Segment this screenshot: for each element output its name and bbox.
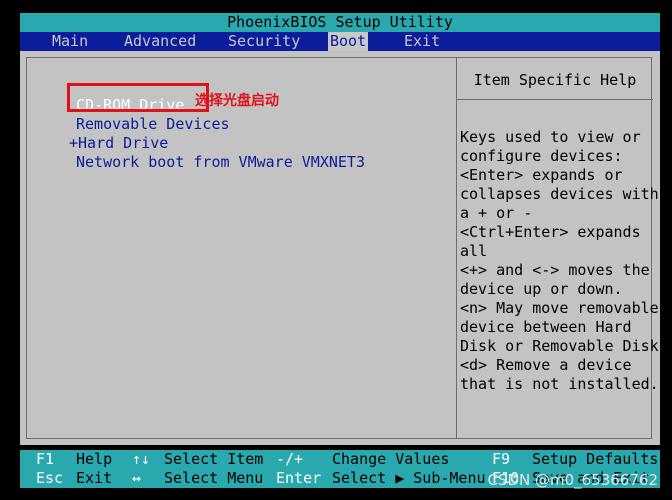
help-line: device between Hard bbox=[460, 318, 632, 336]
key-action-sub-menu: Select ▶ Sub-Menu bbox=[332, 469, 486, 487]
help-line: Disk or Removable Disk bbox=[460, 337, 659, 355]
bios-title-bar: PhoenixBIOS Setup Utility bbox=[20, 13, 660, 32]
annotation-highlight-box bbox=[67, 83, 209, 112]
help-line: <n> May move removable bbox=[460, 299, 659, 317]
key-f1: F1 bbox=[36, 450, 55, 468]
boot-panel: CD-ROM Drive Removable Devices +Hard Dri… bbox=[20, 51, 660, 445]
key-esc: Esc bbox=[36, 469, 64, 487]
help-line: device up or down. bbox=[460, 280, 623, 298]
help-line: <Ctrl+Enter> expands bbox=[460, 223, 641, 241]
bios-title: PhoenixBIOS Setup Utility bbox=[227, 13, 453, 31]
help-line: collapses devices with bbox=[460, 185, 659, 203]
divider-horizontal bbox=[456, 99, 653, 100]
menu-bar: Main Advanced Security Boot Exit bbox=[20, 32, 660, 51]
panel-frame: CD-ROM Drive Removable Devices +Hard Dri… bbox=[26, 57, 659, 439]
help-line: Keys used to view or bbox=[460, 128, 641, 146]
help-line: configure devices: bbox=[460, 147, 623, 165]
key-action-exit: Exit bbox=[76, 469, 113, 487]
boot-item-hard-drive[interactable]: +Hard Drive bbox=[69, 134, 168, 153]
menu-security[interactable]: Security bbox=[226, 32, 302, 51]
key-action-select-item: Select Item bbox=[164, 450, 264, 468]
key-updown: ↑↓ bbox=[132, 450, 151, 468]
help-line: that is not installed. bbox=[460, 375, 659, 393]
boot-item-network[interactable]: Network boot from VMware VMXNET3 bbox=[76, 153, 365, 172]
menu-exit[interactable]: Exit bbox=[402, 32, 442, 51]
help-line: all bbox=[460, 242, 488, 260]
help-line: <d> Remove a device bbox=[460, 356, 632, 374]
help-title: Item Specific Help bbox=[473, 71, 637, 89]
help-line: <+> and <-> moves the bbox=[460, 261, 650, 279]
key-action-change-values: Change Values bbox=[332, 450, 450, 468]
key-action-setup-defaults: Setup Defaults bbox=[532, 450, 659, 468]
key-action-select-menu: Select Menu bbox=[164, 469, 264, 487]
menu-advanced[interactable]: Advanced bbox=[122, 32, 198, 51]
help-text: Keys used to view or configure devices: … bbox=[460, 128, 659, 394]
help-line: a + or - bbox=[460, 204, 533, 222]
key-leftright: ↔ bbox=[132, 469, 142, 487]
key-minus-plus: -/+ bbox=[276, 450, 304, 468]
key-f9: F9 bbox=[492, 450, 511, 468]
key-enter: Enter bbox=[276, 469, 322, 487]
key-action-help: Help bbox=[76, 450, 113, 468]
help-line: <Enter> expands or bbox=[460, 166, 623, 184]
menu-boot[interactable]: Boot bbox=[328, 32, 369, 51]
divider-vertical bbox=[456, 58, 457, 438]
annotation-text: 选择光盘启动 bbox=[195, 93, 279, 109]
watermark-text: CSDN @m0_65366762 bbox=[487, 471, 658, 489]
menu-main[interactable]: Main bbox=[50, 32, 90, 51]
boot-item-removable[interactable]: Removable Devices bbox=[76, 115, 230, 134]
